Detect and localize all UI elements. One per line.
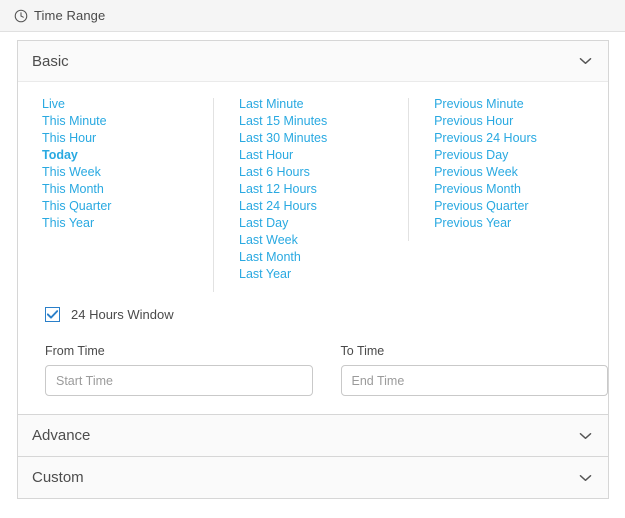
chevron-down-icon[interactable] bbox=[579, 474, 592, 482]
basic-section-title: Basic bbox=[32, 52, 69, 70]
quick-range-link[interactable]: Previous Hour bbox=[434, 113, 608, 130]
quick-range-column-this: Live This Minute This Hour Today This Week Th… bbox=[18, 96, 213, 283]
quick-range-link[interactable]: This Quarter bbox=[42, 198, 213, 215]
clock-icon bbox=[14, 9, 28, 22]
quick-range-link[interactable]: Last Week bbox=[239, 232, 408, 249]
column-divider-2 bbox=[408, 98, 410, 241]
time-fields: From Time To Time bbox=[45, 344, 608, 396]
quick-range-link[interactable]: Live bbox=[42, 96, 213, 113]
24-hours-window-checkbox[interactable] bbox=[45, 307, 60, 322]
from-time-field-group: From Time bbox=[45, 344, 313, 396]
quick-range-link[interactable]: This Year bbox=[42, 215, 213, 232]
basic-section-card: Basic Live This Minute This Hour Today This … bbox=[17, 40, 609, 415]
quick-range-link[interactable]: Last Hour bbox=[239, 147, 408, 164]
quick-range-link[interactable]: Previous Quarter bbox=[434, 198, 608, 215]
quick-range-link[interactable]: Previous Minute bbox=[434, 96, 608, 113]
quick-range-link[interactable]: This Month bbox=[42, 181, 213, 198]
quick-range-link[interactable]: Last Minute bbox=[239, 96, 408, 113]
custom-section-card: Custom bbox=[17, 456, 609, 499]
quick-range-column-last: Last Minute Last 15 Minutes Last 30 Minute… bbox=[213, 96, 408, 292]
quick-range-link[interactable]: This Minute bbox=[42, 113, 213, 130]
quick-range-link[interactable]: Previous Month bbox=[434, 181, 608, 198]
quick-range-link[interactable]: Today bbox=[42, 147, 213, 164]
to-time-field-group: To Time bbox=[340, 344, 608, 396]
quick-range-link[interactable]: This Week bbox=[42, 164, 213, 181]
checkmark-icon bbox=[47, 310, 58, 319]
to-time-input[interactable] bbox=[340, 365, 608, 396]
quick-range-link[interactable]: Last 30 Minutes bbox=[239, 130, 408, 147]
quick-range-link[interactable]: Previous 24 Hours bbox=[434, 130, 608, 147]
window-checkbox-row: 24 Hours Window bbox=[45, 307, 608, 322]
quick-range-link[interactable]: Last Year bbox=[239, 266, 408, 283]
quick-range-link[interactable]: Last Month bbox=[239, 249, 408, 266]
page-title: Time Range bbox=[34, 8, 106, 23]
quick-range-link[interactable]: Last Day bbox=[239, 215, 408, 232]
quick-range-link[interactable]: Last 6 Hours bbox=[239, 164, 408, 181]
advance-section-title: Advance bbox=[32, 427, 91, 444]
custom-section-header[interactable]: Custom bbox=[18, 457, 608, 498]
quick-range-link[interactable]: Last 12 Hours bbox=[239, 181, 408, 198]
quick-range-link[interactable]: Previous Year bbox=[434, 215, 608, 232]
quick-range-link[interactable]: Last 24 Hours bbox=[239, 198, 408, 215]
quick-range-link[interactable]: This Hour bbox=[42, 130, 213, 147]
chevron-down-icon[interactable] bbox=[579, 432, 592, 440]
advance-section-header[interactable]: Advance bbox=[18, 415, 608, 456]
time-range-titlebar: Time Range bbox=[0, 0, 625, 32]
quick-range-link[interactable]: Previous Week bbox=[434, 164, 608, 181]
basic-section-body: Live This Minute This Hour Today This Week Th… bbox=[18, 82, 608, 414]
column-divider-1 bbox=[213, 98, 215, 292]
chevron-down-icon[interactable] bbox=[579, 57, 592, 65]
quick-range-link[interactable]: Previous Day bbox=[434, 147, 608, 164]
from-time-input[interactable] bbox=[45, 365, 313, 396]
from-time-label: From Time bbox=[45, 344, 105, 358]
custom-section-title: Custom bbox=[32, 469, 84, 486]
24-hours-window-label: 24 Hours Window bbox=[71, 307, 174, 322]
advance-section-card: Advance bbox=[17, 414, 609, 457]
quick-range-column-previous: Previous Minute Previous Hour Previous 24 … bbox=[408, 96, 608, 283]
basic-section-header[interactable]: Basic bbox=[18, 41, 608, 82]
to-time-label: To Time bbox=[340, 344, 385, 358]
quick-range-columns: Live This Minute This Hour Today This Week Th… bbox=[18, 96, 608, 292]
quick-range-link[interactable]: Last 15 Minutes bbox=[239, 113, 408, 130]
